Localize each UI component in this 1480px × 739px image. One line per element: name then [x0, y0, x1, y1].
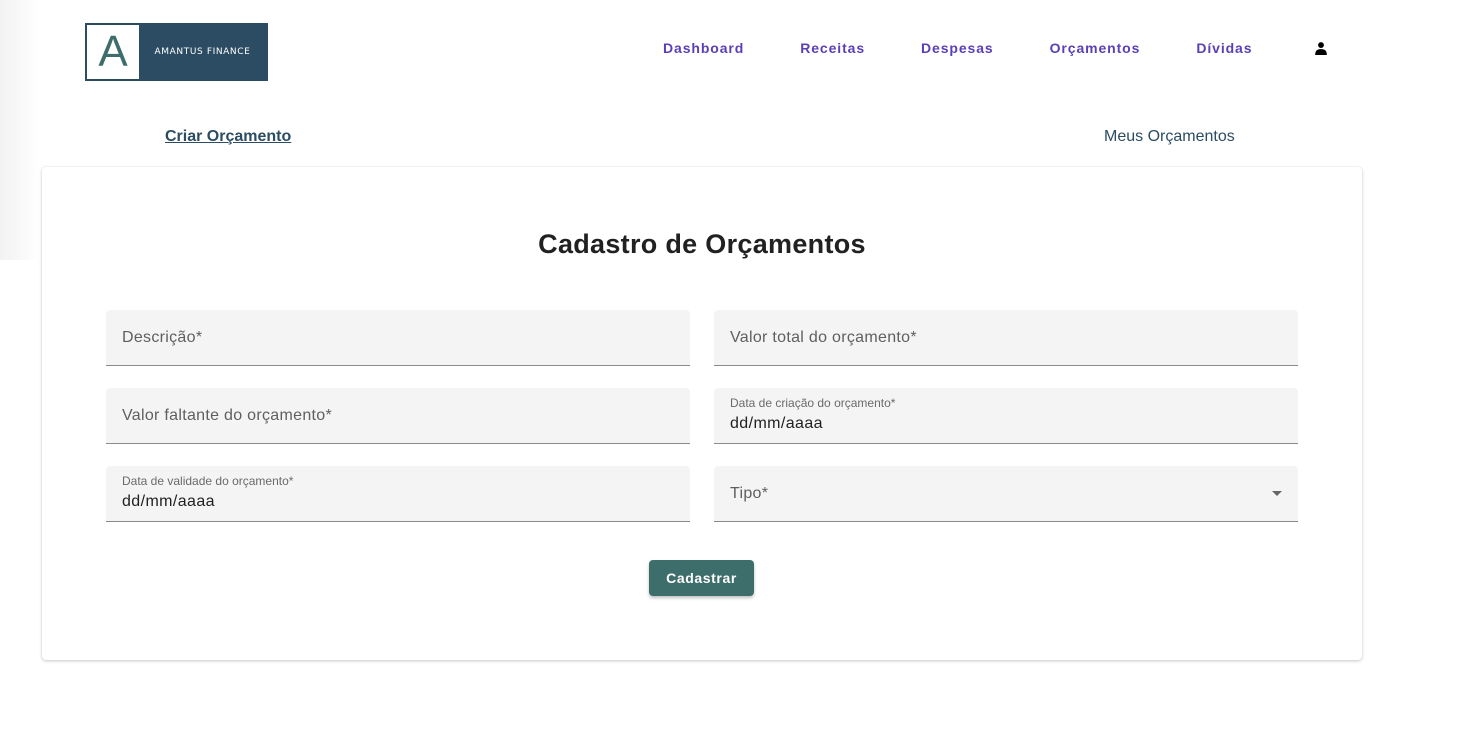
- nav-item-receitas[interactable]: Receitas: [800, 40, 865, 56]
- data-criacao-field[interactable]: Data de criação do orçamento* dd/mm/aaaa: [714, 388, 1298, 444]
- brand-name: AMANTUS FINANCE: [154, 47, 251, 57]
- logo-letter: A: [98, 27, 128, 76]
- page: A AMANTUS FINANCE Dashboard Receitas Des…: [0, 0, 1480, 739]
- data-criacao-value: dd/mm/aaaa: [730, 415, 823, 432]
- tipo-label: Tipo*: [730, 485, 769, 502]
- edge-shadow: [0, 0, 40, 260]
- tipo-select[interactable]: Tipo*: [714, 466, 1298, 522]
- nav-item-orcamentos[interactable]: Orçamentos: [1050, 40, 1141, 56]
- form-card: Cadastro de Orçamentos Descrição* Valor …: [42, 167, 1362, 660]
- descricao-label: Descrição*: [122, 329, 203, 346]
- nav-item-despesas[interactable]: Despesas: [921, 40, 994, 56]
- data-validade-label: Data de validade do orçamento*: [122, 474, 294, 488]
- valor-total-field[interactable]: Valor total do orçamento*: [714, 310, 1298, 366]
- data-validade-value: dd/mm/aaaa: [122, 493, 215, 510]
- logo-mark: A: [87, 25, 139, 79]
- descricao-field[interactable]: Descrição*: [106, 310, 690, 366]
- cadastrar-button[interactable]: Cadastrar: [649, 560, 754, 596]
- valor-faltante-field[interactable]: Valor faltante do orçamento*: [106, 388, 690, 444]
- main-nav: Dashboard Receitas Despesas Orçamentos D…: [663, 40, 1328, 56]
- dropdown-arrow-icon: [1272, 491, 1282, 496]
- nav-item-dividas[interactable]: Dívidas: [1196, 40, 1252, 56]
- tab-meus-orcamentos[interactable]: Meus Orçamentos: [1104, 128, 1235, 146]
- tab-criar-orcamento[interactable]: Criar Orçamento: [165, 128, 291, 146]
- valor-faltante-label: Valor faltante do orçamento*: [122, 407, 333, 424]
- data-criacao-label: Data de criação do orçamento*: [730, 396, 896, 410]
- brand-logo[interactable]: A AMANTUS FINANCE: [85, 23, 268, 81]
- valor-total-label: Valor total do orçamento*: [730, 329, 917, 346]
- nav-item-dashboard[interactable]: Dashboard: [663, 40, 744, 56]
- form-title: Cadastro de Orçamentos: [538, 229, 866, 259]
- person-icon[interactable]: [1314, 41, 1328, 55]
- data-validade-field[interactable]: Data de validade do orçamento* dd/mm/aaa…: [106, 466, 690, 522]
